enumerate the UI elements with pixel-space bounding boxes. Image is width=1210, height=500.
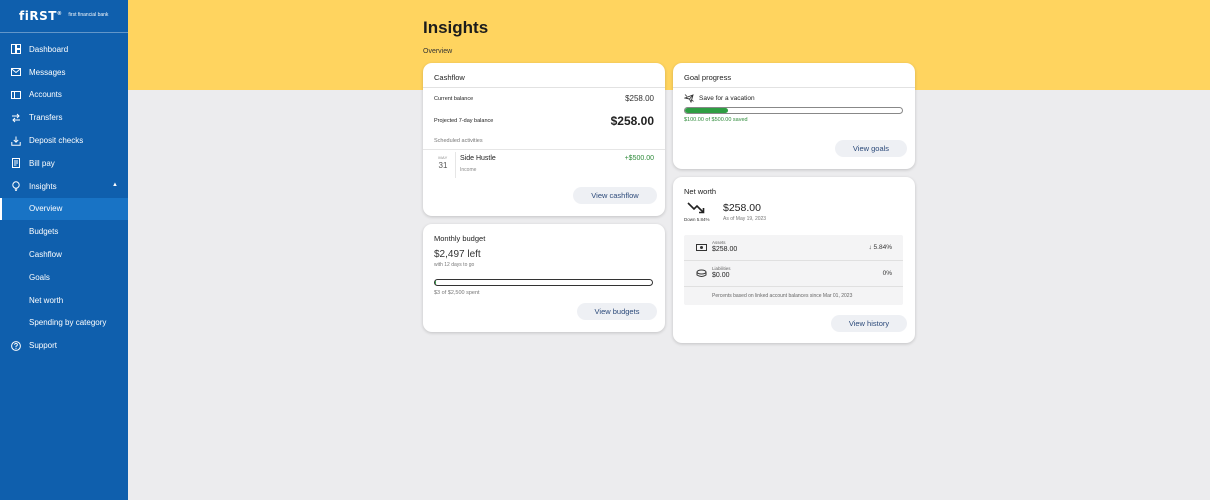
bill-icon bbox=[10, 158, 21, 169]
brand-name: first financial bank bbox=[68, 12, 109, 18]
dashboard-icon bbox=[10, 44, 21, 55]
projected-balance-value: $258.00 bbox=[610, 114, 654, 128]
sidebar-item-label: Deposit checks bbox=[29, 136, 84, 146]
liabilities-label: Liabilities bbox=[712, 266, 731, 271]
current-balance-label: Current balance bbox=[434, 95, 474, 102]
page-title: Insights bbox=[423, 18, 489, 37]
net-worth-card: Net worth Down 5.84% $258.00 As of May 1… bbox=[673, 177, 915, 343]
assets-change: ↓ 5.84% bbox=[868, 244, 893, 251]
net-worth-breakdown: Assets $258.00 ↓ 5.84% Liabilities $0.00… bbox=[684, 235, 903, 305]
accounts-icon bbox=[10, 89, 21, 100]
card-title: Monthly budget bbox=[434, 234, 486, 243]
deposit-icon bbox=[10, 135, 21, 146]
sidebar-item-bill-pay[interactable]: Bill pay bbox=[0, 152, 128, 175]
chevron-up-icon[interactable]: ▲ bbox=[112, 182, 118, 188]
divider bbox=[455, 152, 456, 178]
airplane-icon bbox=[684, 94, 694, 103]
cash-icon bbox=[696, 244, 707, 251]
cashflow-card: Cashflow Current balance $258.00 Project… bbox=[423, 63, 665, 216]
sidebar: fiRST® first financial bank Dashboard Me… bbox=[0, 0, 128, 500]
activity-name[interactable]: Side Hustle bbox=[460, 155, 496, 162]
card-title: Cashflow bbox=[434, 73, 465, 82]
brand-logo: fiRST® bbox=[19, 9, 63, 23]
help-icon bbox=[10, 340, 21, 351]
sidebar-item-label: Insights bbox=[29, 181, 57, 191]
card-title: Goal progress bbox=[684, 73, 732, 82]
view-budgets-button[interactable]: View budgets bbox=[577, 303, 657, 320]
divider bbox=[423, 87, 665, 88]
activity-date: MAY 31 bbox=[435, 155, 451, 170]
net-worth-as-of: As of May 19, 2023 bbox=[723, 216, 767, 222]
sidebar-item-dashboard[interactable]: Dashboard bbox=[0, 38, 128, 61]
sidebar-subitem-cashflow[interactable]: Cashflow bbox=[0, 243, 128, 266]
view-cashflow-button[interactable]: View cashflow bbox=[573, 187, 657, 204]
trending-down-icon bbox=[687, 202, 705, 214]
sidebar-subitem-goals[interactable]: Goals bbox=[0, 266, 128, 289]
monthly-budget-card: Monthly budget $2,497 left with 12 days … bbox=[423, 224, 665, 332]
sidebar-item-label: Messages bbox=[29, 67, 66, 77]
activity-day: 31 bbox=[438, 161, 448, 170]
divider bbox=[423, 149, 665, 150]
current-balance-value: $258.00 bbox=[625, 94, 654, 103]
projected-balance-label: Projected 7-day balance bbox=[434, 118, 494, 124]
goal-row[interactable]: Save for a vacation bbox=[684, 93, 755, 103]
sidebar-subitem-spending-by-category[interactable]: Spending by category bbox=[0, 312, 128, 335]
sidebar-item-label: Transfers bbox=[29, 113, 63, 123]
divider bbox=[684, 286, 903, 287]
sidebar-item-messages[interactable]: Messages bbox=[0, 61, 128, 84]
transfer-icon bbox=[10, 112, 21, 123]
mail-icon bbox=[10, 67, 21, 78]
budget-days-note: with 12 days to go bbox=[434, 262, 475, 268]
sidebar-item-label: Accounts bbox=[29, 90, 62, 100]
goal-summary: $100.00 of $500.00 saved bbox=[684, 117, 748, 123]
lightbulb-icon bbox=[10, 181, 21, 192]
sidebar-item-support[interactable]: Support bbox=[0, 334, 128, 357]
liabilities-change: 0% bbox=[882, 270, 892, 277]
budget-summary: $3 of $2,500 spent bbox=[434, 290, 480, 296]
coins-icon bbox=[696, 269, 707, 277]
assets-label: Assets bbox=[712, 240, 726, 245]
sidebar-item-label: Dashboard bbox=[29, 44, 69, 54]
sidebar-item-deposit-checks[interactable]: Deposit checks bbox=[0, 129, 128, 152]
net-worth-amount: $258.00 bbox=[723, 202, 761, 214]
net-worth-change: Down 5.84% bbox=[684, 217, 710, 222]
sidebar-item-insights[interactable]: Insights ▲ bbox=[0, 175, 128, 198]
liabilities-value: $0.00 bbox=[712, 272, 730, 279]
sidebar-item-transfers[interactable]: Transfers bbox=[0, 106, 128, 129]
goal-name: Save for a vacation bbox=[699, 94, 755, 102]
goal-progress-card: Goal progress Save for a vacation $100.0… bbox=[673, 63, 915, 169]
sidebar-nav: Dashboard Messages Accounts Transfers De… bbox=[0, 33, 128, 357]
header-banner bbox=[128, 0, 1210, 90]
view-goals-button[interactable]: View goals bbox=[835, 140, 907, 157]
net-worth-footnote: Percents based on linked account balance… bbox=[712, 293, 853, 299]
sidebar-subitem-budgets[interactable]: Budgets bbox=[0, 220, 128, 243]
divider bbox=[673, 87, 915, 88]
breadcrumb: Overview bbox=[423, 48, 453, 55]
activity-month: MAY bbox=[438, 155, 448, 160]
sidebar-subitem-overview[interactable]: Overview bbox=[0, 197, 128, 221]
sidebar-item-accounts[interactable]: Accounts bbox=[0, 84, 128, 107]
activity-amount: +$500.00 bbox=[624, 155, 654, 162]
brand-logo-text: fiRST bbox=[19, 9, 57, 23]
sidebar-item-label: Bill pay bbox=[29, 158, 55, 168]
current-balance-row: Current balance $258.00 bbox=[434, 94, 654, 103]
assets-value: $258.00 bbox=[712, 246, 738, 253]
goal-progress-fill bbox=[685, 108, 729, 113]
goal-progress-bar bbox=[684, 107, 903, 114]
scheduled-activities-label: Scheduled activities bbox=[434, 138, 483, 144]
brand-header[interactable]: fiRST® first financial bank bbox=[0, 0, 128, 33]
projected-balance-row: Projected 7-day balance $258.00 bbox=[434, 114, 654, 128]
sidebar-item-label: Support bbox=[29, 341, 58, 351]
budget-left: $2,497 left bbox=[434, 249, 481, 260]
budget-progress-bar bbox=[434, 279, 653, 286]
card-title: Net worth bbox=[684, 187, 717, 196]
sidebar-subitem-net-worth[interactable]: Net worth bbox=[0, 289, 128, 312]
divider bbox=[684, 260, 903, 261]
view-history-button[interactable]: View history bbox=[831, 315, 907, 332]
activity-type: Income bbox=[460, 167, 477, 173]
